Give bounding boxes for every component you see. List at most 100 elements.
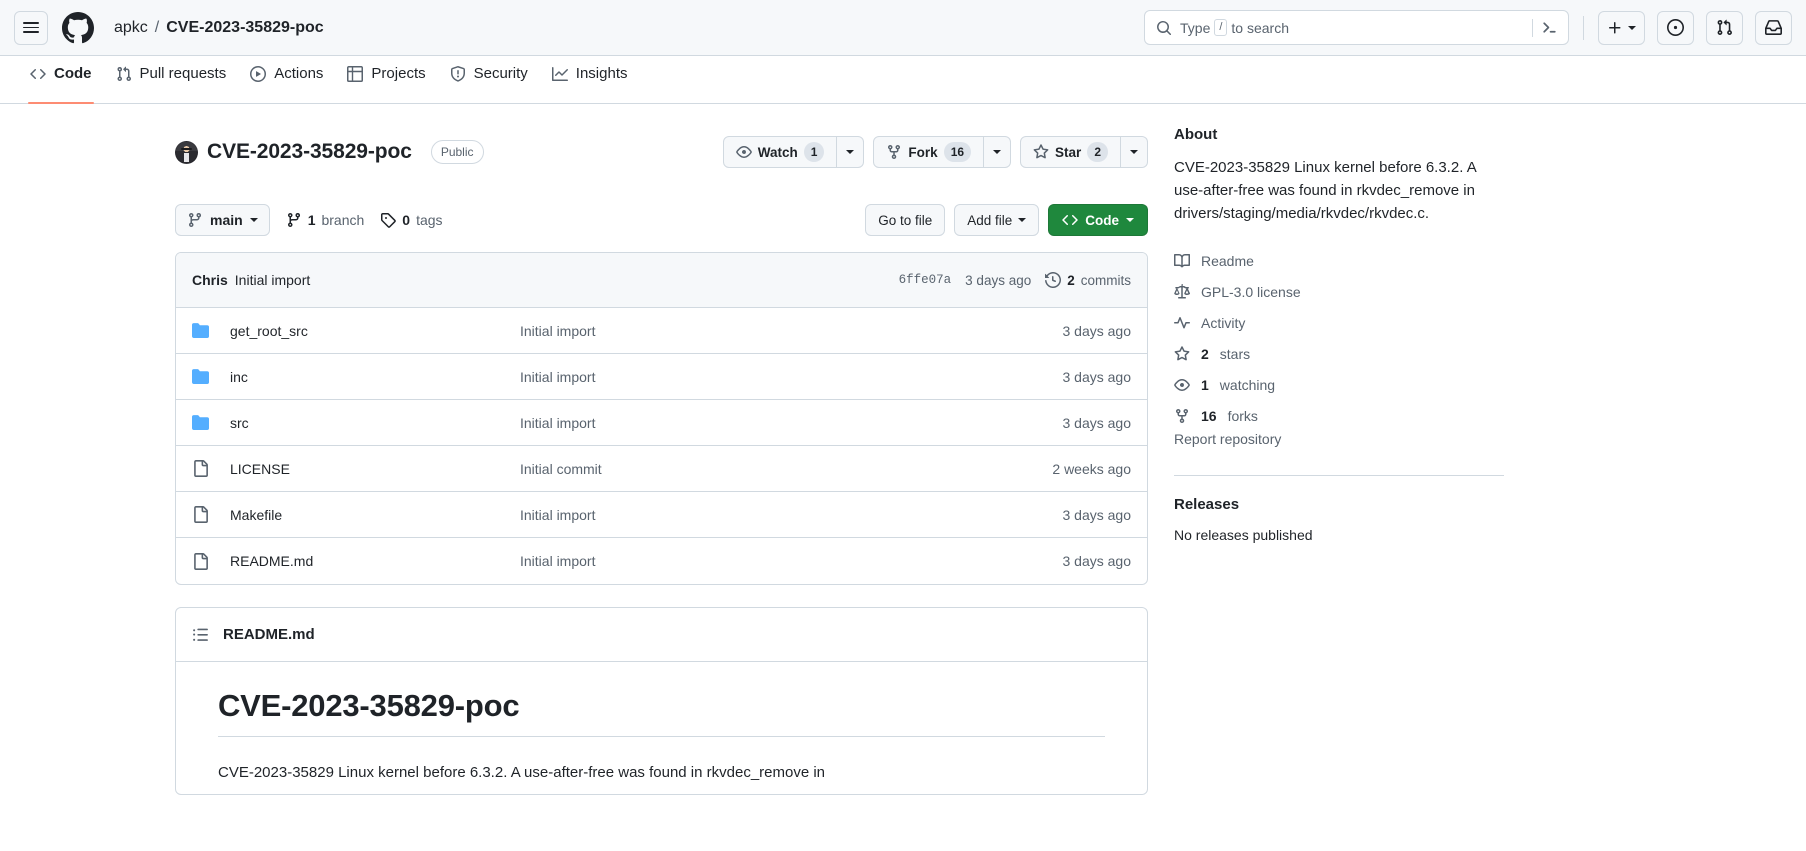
branch-selector[interactable]: main xyxy=(175,204,270,236)
readme-tab-label[interactable]: README.md xyxy=(223,626,315,643)
add-file-button[interactable]: Add file xyxy=(954,204,1040,236)
code-button[interactable]: Code xyxy=(1048,204,1148,236)
file-name[interactable]: LICENSE xyxy=(230,461,520,477)
search-divider xyxy=(1532,18,1533,37)
page-title[interactable]: CVE-2023-35829-poc xyxy=(207,140,412,164)
watch-dropdown-button[interactable] xyxy=(837,136,865,168)
breadcrumb-separator: / xyxy=(154,18,160,36)
tags-label: tags xyxy=(416,212,443,228)
list-unordered-icon[interactable] xyxy=(192,626,209,643)
file-commit-message[interactable]: Initial import xyxy=(520,415,1063,431)
star-count: 2 xyxy=(1087,142,1108,162)
table-row[interactable]: README.md Initial import 3 days ago xyxy=(176,538,1147,584)
table-row[interactable]: Makefile Initial import 3 days ago xyxy=(176,492,1147,538)
file-commit-time: 3 days ago xyxy=(1062,506,1132,523)
commit-author[interactable]: Chris xyxy=(192,272,228,288)
notifications-button[interactable] xyxy=(1755,10,1792,45)
tab-projects[interactable]: Projects xyxy=(337,56,435,103)
sidebar-item-watching[interactable]: 1 watching xyxy=(1174,369,1574,400)
file-commit-message[interactable]: Initial import xyxy=(520,553,1063,569)
sidebar-item-activity[interactable]: Activity xyxy=(1174,307,1574,338)
report-repository-link[interactable]: Report repository xyxy=(1174,431,1281,447)
github-logo-icon[interactable] xyxy=(62,11,94,44)
tab-pull-requests[interactable]: Pull requests xyxy=(106,56,237,103)
pull-requests-button[interactable] xyxy=(1706,10,1743,45)
table-row[interactable]: get_root_src Initial import 3 days ago xyxy=(176,308,1147,354)
watch-button-group: Watch 1 xyxy=(722,136,865,168)
page-body: CVE-2023-35829-poc Public Watch 1 Fork 1… xyxy=(0,104,1806,796)
git-branch-icon xyxy=(187,212,203,228)
file-commit-message[interactable]: Initial import xyxy=(520,323,1063,339)
releases-empty-state: No releases published xyxy=(1174,527,1313,544)
add-file-label: Add file xyxy=(967,212,1013,228)
star-button[interactable]: Star 2 xyxy=(1020,136,1121,168)
file-listing: Chris Initial import 6ffe07a 3 days ago … xyxy=(175,252,1148,585)
tab-code[interactable]: Code xyxy=(20,56,102,104)
history-icon xyxy=(1045,272,1062,288)
file-name[interactable]: inc xyxy=(230,369,520,385)
sidebar-forks-count: 16 xyxy=(1201,407,1217,424)
visibility-badge: Public xyxy=(430,140,484,164)
table-icon xyxy=(347,65,364,82)
breadcrumb-repo[interactable]: CVE-2023-35829-poc xyxy=(166,19,323,37)
releases-title: Releases xyxy=(1174,496,1240,514)
tab-security[interactable]: Security xyxy=(440,56,538,103)
table-row[interactable]: src Initial import 3 days ago xyxy=(176,400,1147,446)
file-name[interactable]: README.md xyxy=(230,553,520,569)
file-name[interactable]: Makefile xyxy=(230,507,520,523)
chevron-down-icon xyxy=(846,150,855,154)
law-icon xyxy=(1174,283,1190,300)
tab-insights[interactable]: Insights xyxy=(542,56,638,103)
star-dropdown-button[interactable] xyxy=(1121,136,1148,168)
file-name[interactable]: src xyxy=(230,415,520,431)
folder-icon xyxy=(192,414,230,431)
search-input[interactable]: Type / to search xyxy=(1144,10,1569,45)
repo-forked-icon xyxy=(886,144,902,160)
chevron-down-icon xyxy=(1628,25,1636,30)
readme-content: CVE-2023-35829-poc CVE-2023-35829 Linux … xyxy=(176,662,1147,794)
avatar[interactable] xyxy=(175,140,198,164)
go-to-file-button[interactable]: Go to file xyxy=(865,204,946,236)
breadcrumb-owner[interactable]: apkc xyxy=(114,19,148,37)
tab-projects-label: Projects xyxy=(371,65,426,82)
chevron-down-icon xyxy=(1126,218,1134,222)
file-commit-message[interactable]: Initial commit xyxy=(520,461,1052,477)
sidebar-item-readme[interactable]: Readme xyxy=(1174,245,1574,276)
branches-link[interactable]: 1 branch xyxy=(286,212,365,228)
branches-label: branch xyxy=(321,212,365,228)
issues-button[interactable] xyxy=(1657,10,1694,45)
commits-link[interactable]: 2 commits xyxy=(1045,272,1131,288)
hamburger-menu-button[interactable] xyxy=(14,10,48,45)
watch-label: Watch xyxy=(757,144,798,160)
commit-meta: 6ffe07a 3 days ago 2 commits xyxy=(899,272,1131,288)
code-icon xyxy=(1062,212,1078,228)
sidebar-item-license[interactable]: GPL-3.0 license xyxy=(1174,276,1574,307)
file-icon xyxy=(192,506,230,523)
chevron-down-icon xyxy=(1130,150,1138,154)
repo-nav-tabs: Code Pull requests Actions Projects Secu… xyxy=(0,56,1806,104)
commit-message[interactable]: Initial import xyxy=(235,272,310,288)
terminal-icon[interactable] xyxy=(1541,19,1560,36)
watch-button[interactable]: Watch 1 xyxy=(722,136,838,168)
table-row[interactable]: LICENSE Initial commit 2 weeks ago xyxy=(176,446,1147,492)
sidebar-item-forks[interactable]: 16 forks xyxy=(1174,400,1574,431)
tags-link[interactable]: 0 tags xyxy=(380,212,443,228)
tab-actions[interactable]: Actions xyxy=(240,56,333,103)
table-row[interactable]: inc Initial import 3 days ago xyxy=(176,354,1147,400)
create-new-button[interactable] xyxy=(1598,10,1645,45)
app-header: apkc / CVE-2023-35829-poc Type / to sear… xyxy=(0,0,1806,56)
branch-selector-label: main xyxy=(210,212,243,228)
file-name[interactable]: get_root_src xyxy=(230,323,520,339)
pulse-icon xyxy=(1174,315,1190,331)
git-branch-icon xyxy=(286,212,302,228)
file-commit-time: 3 days ago xyxy=(1062,322,1132,339)
star-icon xyxy=(1033,144,1049,160)
fork-dropdown-button[interactable] xyxy=(984,136,1012,168)
tab-security-label: Security xyxy=(473,65,528,82)
commit-sha[interactable]: 6ffe07a xyxy=(899,273,952,287)
fork-button[interactable]: Fork 16 xyxy=(873,136,985,168)
file-commit-message[interactable]: Initial import xyxy=(520,369,1063,385)
sidebar-item-stars[interactable]: 2 stars xyxy=(1174,338,1574,369)
git-pull-request-icon xyxy=(1717,19,1732,35)
file-commit-message[interactable]: Initial import xyxy=(520,507,1063,523)
